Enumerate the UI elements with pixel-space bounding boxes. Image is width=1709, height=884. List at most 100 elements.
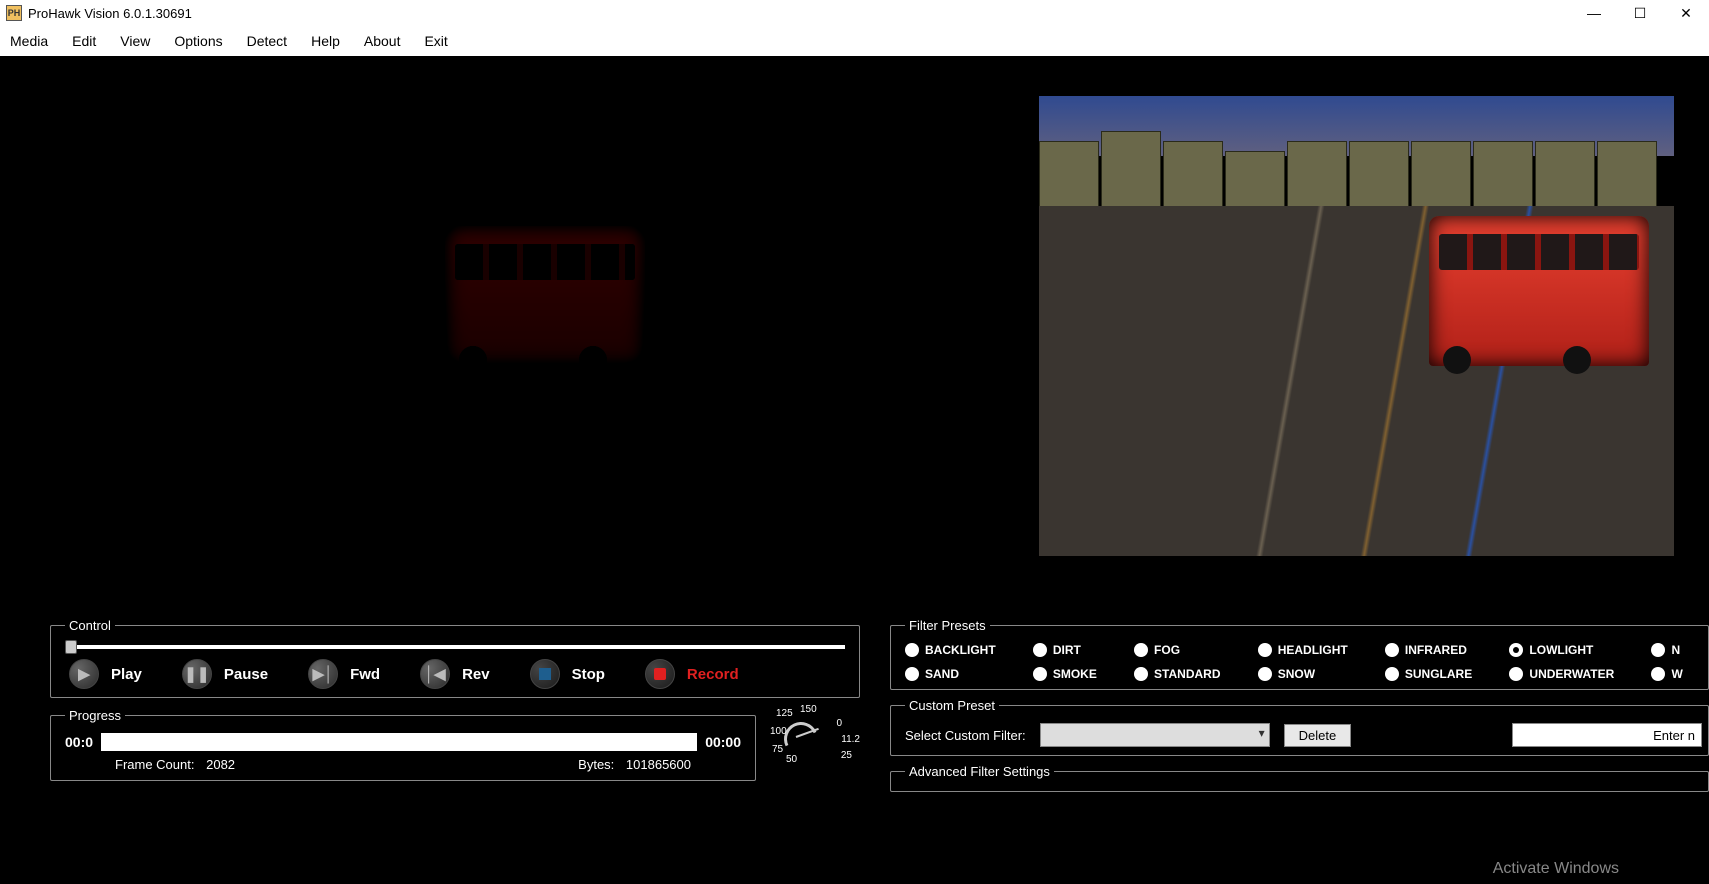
timeline-thumb[interactable] (65, 640, 77, 654)
preset-name-input[interactable] (1512, 723, 1702, 747)
preset-label: SUNGLARE (1405, 667, 1472, 681)
video-row (0, 56, 1709, 566)
gauge-tick: 125 (776, 708, 793, 719)
preset-radio-headlight[interactable]: HEADLIGHT (1258, 643, 1367, 657)
preset-label: UNDERWATER (1529, 667, 1614, 681)
preset-label: FOG (1154, 643, 1180, 657)
bus-icon (1429, 216, 1649, 366)
progress-panel: Progress 00:0 00:00 Frame Count: 2082 By… (50, 708, 756, 781)
radio-dot-icon (1258, 643, 1272, 657)
window-controls: — ☐ ✕ (1571, 0, 1709, 26)
preset-radio-infrared[interactable]: INFRARED (1385, 643, 1492, 657)
menu-exit[interactable]: Exit (424, 33, 447, 49)
preset-radio-w[interactable]: W (1651, 667, 1702, 681)
play-icon: ▶ (69, 659, 99, 689)
close-button[interactable]: ✕ (1663, 0, 1709, 26)
custom-filter-select[interactable] (1040, 723, 1270, 747)
fwd-button[interactable]: ▶│ Fwd (308, 659, 380, 689)
radio-dot-icon (1509, 667, 1523, 681)
timeline-slider[interactable] (65, 645, 845, 649)
control-legend: Control (65, 618, 115, 633)
stop-button[interactable]: Stop (530, 659, 605, 689)
bus-icon (445, 226, 645, 366)
video-source-pane[interactable] (35, 96, 825, 556)
menu-detect[interactable]: Detect (247, 33, 287, 49)
video-processed-pane[interactable] (1039, 96, 1674, 556)
preset-radio-sunglare[interactable]: SUNGLARE (1385, 667, 1492, 681)
menubar: Media Edit View Options Detect Help Abou… (0, 26, 1709, 56)
menu-edit[interactable]: Edit (72, 33, 96, 49)
preset-label: W (1671, 667, 1682, 681)
frame-count-value: 2082 (206, 757, 235, 772)
preset-label: DIRT (1053, 643, 1081, 657)
radio-dot-icon (905, 667, 919, 681)
bytes-value: 101865600 (626, 757, 691, 772)
pause-button[interactable]: ❚❚ Pause (182, 659, 268, 689)
radio-dot-icon (1651, 667, 1665, 681)
preset-radio-n[interactable]: N (1651, 643, 1702, 657)
gauge-value: 11.2 (841, 734, 860, 745)
preset-label: STANDARD (1154, 667, 1220, 681)
windows-activation-watermark: Activate Windows (1493, 860, 1619, 878)
menu-about[interactable]: About (364, 33, 401, 49)
app-icon: PH (6, 5, 22, 21)
bottom-panels: Control ▶ Play ❚❚ Pause ▶│ Fwd (0, 618, 1709, 792)
preset-label: HEADLIGHT (1278, 643, 1348, 657)
preset-radio-fog[interactable]: FOG (1134, 643, 1240, 657)
window-title: ProHawk Vision 6.0.1.30691 (28, 6, 192, 21)
preset-radio-underwater[interactable]: UNDERWATER (1509, 667, 1633, 681)
custom-preset-legend: Custom Preset (905, 698, 999, 713)
menu-view[interactable]: View (120, 33, 150, 49)
radio-dot-icon (1509, 643, 1523, 657)
preset-radio-lowlight[interactable]: LOWLIGHT (1509, 643, 1633, 657)
delete-button[interactable]: Delete (1284, 724, 1352, 747)
frame-count-label: Frame Count: (115, 757, 194, 772)
bytes-label: Bytes: (578, 757, 614, 772)
radio-dot-icon (1258, 667, 1272, 681)
radio-dot-icon (1651, 643, 1665, 657)
menu-help[interactable]: Help (311, 33, 340, 49)
preset-label: SNOW (1278, 667, 1315, 681)
pause-icon: ❚❚ (182, 659, 212, 689)
preset-label: SAND (925, 667, 959, 681)
gauge-tick: 100 (770, 726, 787, 737)
preset-label: SMOKE (1053, 667, 1097, 681)
preset-radio-backlight[interactable]: BACKLIGHT (905, 643, 1015, 657)
radio-dot-icon (1033, 643, 1047, 657)
preset-radio-smoke[interactable]: SMOKE (1033, 667, 1116, 681)
control-panel: Control ▶ Play ❚❚ Pause ▶│ Fwd (50, 618, 860, 698)
menu-media[interactable]: Media (10, 33, 48, 49)
advanced-filter-legend: Advanced Filter Settings (905, 764, 1054, 779)
progress-time-left: 00:0 (65, 734, 93, 750)
preset-label: LOWLIGHT (1529, 643, 1593, 657)
rev-icon: │◀ (420, 659, 450, 689)
fwd-icon: ▶│ (308, 659, 338, 689)
preset-radio-dirt[interactable]: DIRT (1033, 643, 1116, 657)
preset-label: INFRARED (1405, 643, 1467, 657)
menu-options[interactable]: Options (174, 33, 222, 49)
radio-dot-icon (1033, 667, 1047, 681)
radio-dot-icon (1385, 667, 1399, 681)
radio-dot-icon (1134, 667, 1148, 681)
rev-button[interactable]: │◀ Rev (420, 659, 490, 689)
custom-filter-label: Select Custom Filter: (905, 728, 1026, 743)
filter-presets-panel: Filter Presets BACKLIGHTDIRTFOGHEADLIGHT… (890, 618, 1709, 690)
preset-radio-standard[interactable]: STANDARD (1134, 667, 1240, 681)
gauge-tick: 0 (836, 718, 842, 729)
gauge-tick: 50 (786, 754, 797, 765)
stop-icon (530, 659, 560, 689)
speed-gauge: 100 125 150 75 50 25 0 11.2 (770, 708, 860, 758)
progress-time-right: 00:00 (705, 734, 741, 750)
record-icon (645, 659, 675, 689)
progress-bar[interactable] (101, 733, 697, 751)
radio-dot-icon (905, 643, 919, 657)
gauge-tick: 150 (800, 704, 817, 715)
record-button[interactable]: Record (645, 659, 739, 689)
gauge-tick: 75 (772, 744, 783, 755)
main-area: Control ▶ Play ❚❚ Pause ▶│ Fwd (0, 56, 1709, 884)
preset-radio-sand[interactable]: SAND (905, 667, 1015, 681)
minimize-button[interactable]: — (1571, 0, 1617, 26)
play-button[interactable]: ▶ Play (69, 659, 142, 689)
maximize-button[interactable]: ☐ (1617, 0, 1663, 26)
preset-radio-snow[interactable]: SNOW (1258, 667, 1367, 681)
